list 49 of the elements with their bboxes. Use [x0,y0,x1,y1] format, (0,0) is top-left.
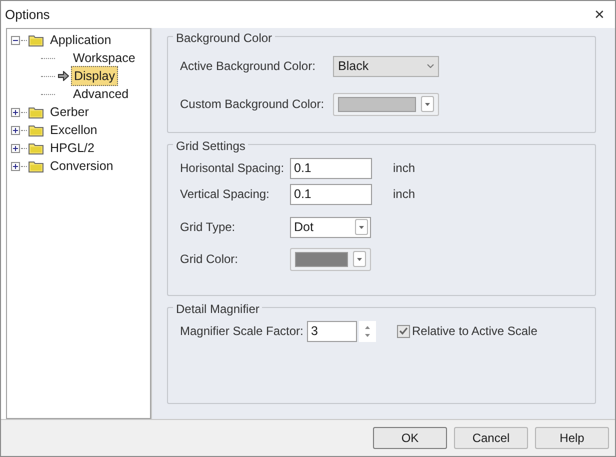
color-picker[interactable] [290,248,371,270]
tree-item[interactable]: Conversion [48,156,116,176]
dialog-button[interactable]: OK [373,427,447,449]
spinner[interactable] [359,320,376,342]
caret-icon [359,226,364,228]
field-label: Horisontal Spacing: [180,160,286,177]
input-field[interactable]: 0.1 [290,184,372,204]
caret-icon [427,64,434,68]
expand-icon[interactable] [11,162,20,170]
folder-icon [28,160,45,172]
folder-icon [28,124,45,136]
window-title: Options [5,6,50,24]
collapse-icon[interactable] [11,36,20,44]
tree-item[interactable]: Gerber [48,102,91,122]
unit-label: inch [393,160,416,177]
expand-icon[interactable] [11,126,20,134]
checkbox-label: Relative to Active Scale [412,323,538,340]
input-field[interactable]: 0.1 [290,158,372,178]
caret-icon [357,258,362,260]
dialog-button[interactable]: Cancel [454,427,528,449]
tree-item[interactable]: Display [71,66,118,86]
caret-icon [425,102,430,106]
folder-icon [28,142,45,154]
tree-item[interactable]: Advanced [71,84,131,104]
dropdown-button[interactable] [355,219,368,235]
folder-icon [28,106,45,118]
field-label: Magnifier Scale Factor: [180,323,304,340]
tree-item[interactable]: Workspace [71,48,138,68]
field-label: Active Background Color: [180,58,316,75]
dialog-button[interactable]: Help [535,427,609,449]
unit-label: inch [393,186,416,203]
expand-icon[interactable] [11,144,20,152]
dropdown-button[interactable] [353,251,366,267]
field-label: Grid Color: [180,251,240,268]
field-label: Custom Background Color: [180,96,326,113]
input-field[interactable]: 3 [307,320,357,342]
dropdown[interactable]: Dot [290,216,371,238]
dropdown[interactable]: Black [333,56,439,76]
color-picker[interactable] [333,92,439,116]
tree-item[interactable]: HPGL/2 [48,138,96,158]
field-label: Vertical Spacing: [180,186,270,203]
expand-icon[interactable] [11,108,20,116]
close-button[interactable]: ✕ [590,4,609,24]
dropdown-button[interactable] [421,96,434,112]
field-label: Grid Type: [180,219,236,236]
checkbox[interactable] [397,324,410,338]
tree-item[interactable]: Excellon [48,120,100,140]
folder-icon [28,34,45,46]
tree-item[interactable]: Application [48,30,114,50]
